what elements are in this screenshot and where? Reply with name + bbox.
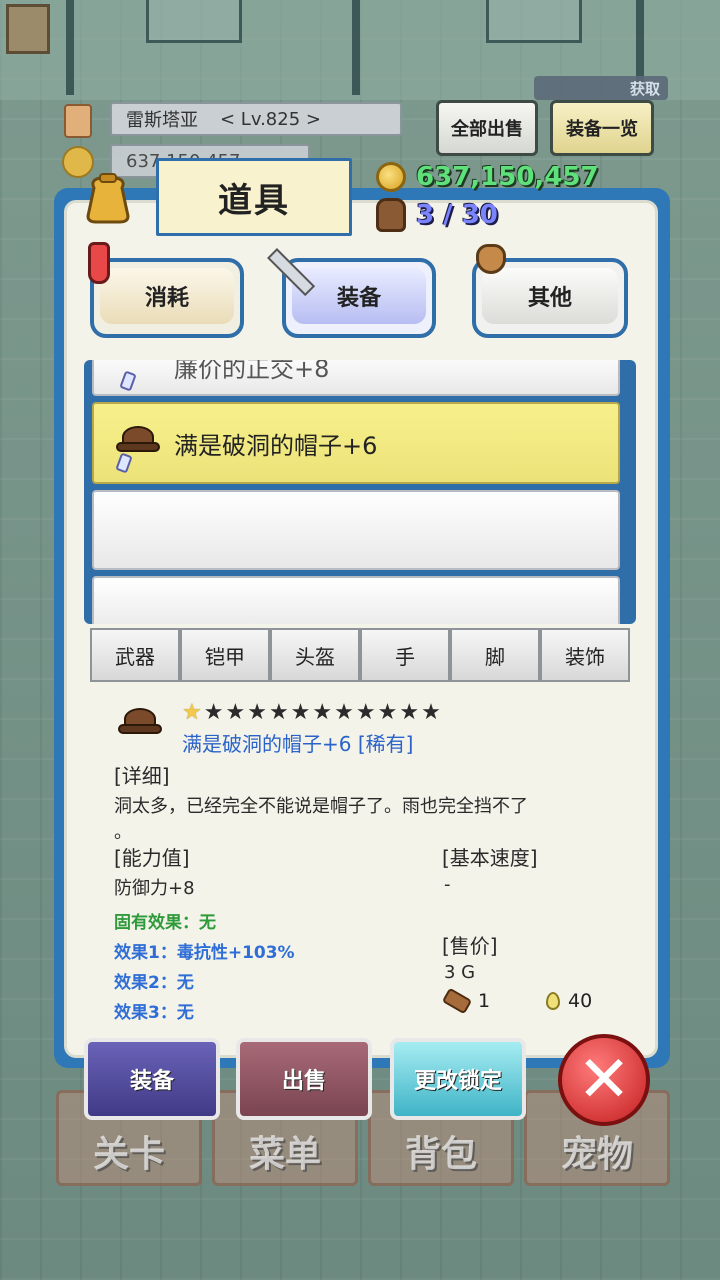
ability-heading: [能力值]: [114, 846, 190, 870]
star-icon: ★: [421, 700, 441, 725]
star-icon: ★: [182, 700, 202, 725]
bag-capacity-display: 3 / 30: [376, 198, 498, 232]
fence-bench: [486, 0, 582, 43]
tab-equipment-label: 装备: [336, 286, 381, 311]
list-item-label: 廉价的正交+8: [174, 360, 330, 383]
tab-weapon[interactable]: 武器: [90, 628, 180, 682]
bag-capacity: 3 / 30: [416, 200, 498, 230]
equip-button-label: 装备: [129, 1069, 174, 1094]
list-item-empty[interactable]: [92, 490, 620, 570]
crate-decoration: [6, 4, 50, 54]
item-description: 洞太多，已经完全不能说是帽子了。雨也完全挡不了: [114, 796, 528, 817]
equipment-list-label: 装备一览: [566, 119, 638, 140]
panel-title: 道具: [156, 158, 352, 236]
fence-post: [352, 0, 360, 95]
gold-coin-icon: [376, 162, 406, 192]
tab-feet[interactable]: 脚: [450, 628, 540, 682]
material-drop: 40: [546, 990, 592, 1012]
rarity-stars: ★ ★ ★ ★ ★ ★ ★ ★ ★ ★ ★ ★: [182, 702, 441, 724]
item-name: 满是破洞的帽子+6 [稀有]: [182, 732, 414, 756]
acquire-label: 获取: [629, 79, 660, 98]
backpack-icon: [376, 198, 406, 232]
effect-1: 效果1：毒抗性+103%: [114, 943, 295, 963]
tab-helmet[interactable]: 头盔: [270, 628, 360, 682]
gold-amount: 637,150,457: [416, 162, 599, 192]
tab-hands[interactable]: 手: [360, 628, 450, 682]
star-icon: ★: [268, 700, 289, 725]
sack-icon: [476, 244, 506, 274]
potion-icon: [88, 242, 110, 284]
close-icon: ✕: [577, 1043, 631, 1117]
star-icon: ★: [247, 700, 267, 725]
drop-icon: [546, 992, 560, 1010]
equipment-list-button[interactable]: 装备一览: [550, 100, 654, 156]
price-heading: [售价]: [442, 934, 498, 958]
panel-title-text: 道具: [218, 180, 290, 221]
star-icon: ★: [312, 700, 333, 725]
innate-effect: 固有效果：无: [114, 913, 216, 933]
close-button[interactable]: ✕: [558, 1034, 650, 1126]
star-icon: ★: [290, 700, 311, 725]
tab-other-label: 其他: [527, 286, 572, 311]
player-level: < Lv.825 >: [220, 108, 321, 130]
toggle-lock-button[interactable]: 更改锁定: [390, 1038, 526, 1120]
hat-icon: [116, 426, 160, 456]
ability-value: 防御力+8: [114, 878, 195, 899]
sell-button-label: 出售: [281, 1069, 326, 1094]
wood-count: 1: [478, 990, 491, 1012]
star-icon: ★: [334, 700, 354, 725]
speed-heading: [基本速度]: [442, 846, 538, 870]
toggle-lock-label: 更改锁定: [413, 1069, 502, 1094]
price-value: 3 G: [444, 962, 476, 983]
star-icon: ★: [377, 700, 398, 725]
star-icon: ★: [399, 700, 420, 725]
star-icon: ★: [203, 700, 224, 725]
item-hat-icon: [118, 708, 162, 738]
item-bag-icon: [86, 173, 130, 224]
list-item-empty[interactable]: [92, 576, 620, 624]
tab-consumables[interactable]: 消耗: [90, 258, 244, 338]
list-item[interactable]: 廉价的正交+8: [92, 360, 620, 396]
player-name: 雷斯塔亚: [126, 110, 198, 131]
sell-all-button[interactable]: 全部出售: [436, 100, 538, 156]
star-icon: ★: [355, 700, 376, 725]
tab-accessory[interactable]: 装饰: [540, 628, 630, 682]
player-avatar: [64, 104, 92, 138]
tab-consumables-label: 消耗: [144, 286, 189, 311]
list-item-selected[interactable]: 满是破洞的帽子+6: [92, 402, 620, 484]
drop-count: 40: [568, 990, 593, 1012]
star-icon: ★: [225, 700, 246, 725]
effect-3: 效果3：无: [114, 1003, 194, 1023]
wood-log-icon: [441, 987, 473, 1015]
item-list[interactable]: 廉价的正交+8 满是破洞的帽子+6: [84, 360, 636, 624]
equip-button[interactable]: 装备: [84, 1038, 220, 1120]
equipment-type-tabs: 武器 铠甲 头盔 手 脚 装饰: [90, 628, 630, 682]
tab-equipment[interactable]: 装备: [282, 258, 436, 338]
sell-all-label: 全部出售: [451, 119, 523, 140]
effect-2: 效果2：无: [114, 973, 194, 993]
fence-post: [66, 0, 74, 95]
detail-heading: [详细]: [114, 764, 170, 788]
acquire-button[interactable]: 获取: [534, 76, 668, 100]
tab-armor[interactable]: 铠甲: [180, 628, 270, 682]
gem-icon: [119, 370, 137, 392]
fence-bench: [146, 0, 242, 43]
sell-button[interactable]: 出售: [236, 1038, 372, 1120]
gold-display: 637,150,457: [376, 162, 599, 192]
player-name-bar: 雷斯塔亚 < Lv.825 >: [110, 102, 402, 136]
material-wood: 1: [441, 987, 491, 1015]
item-description-tail: 。: [114, 822, 132, 843]
list-item-label: 满是破洞的帽子+6: [174, 431, 378, 460]
speed-value: -: [444, 874, 451, 895]
